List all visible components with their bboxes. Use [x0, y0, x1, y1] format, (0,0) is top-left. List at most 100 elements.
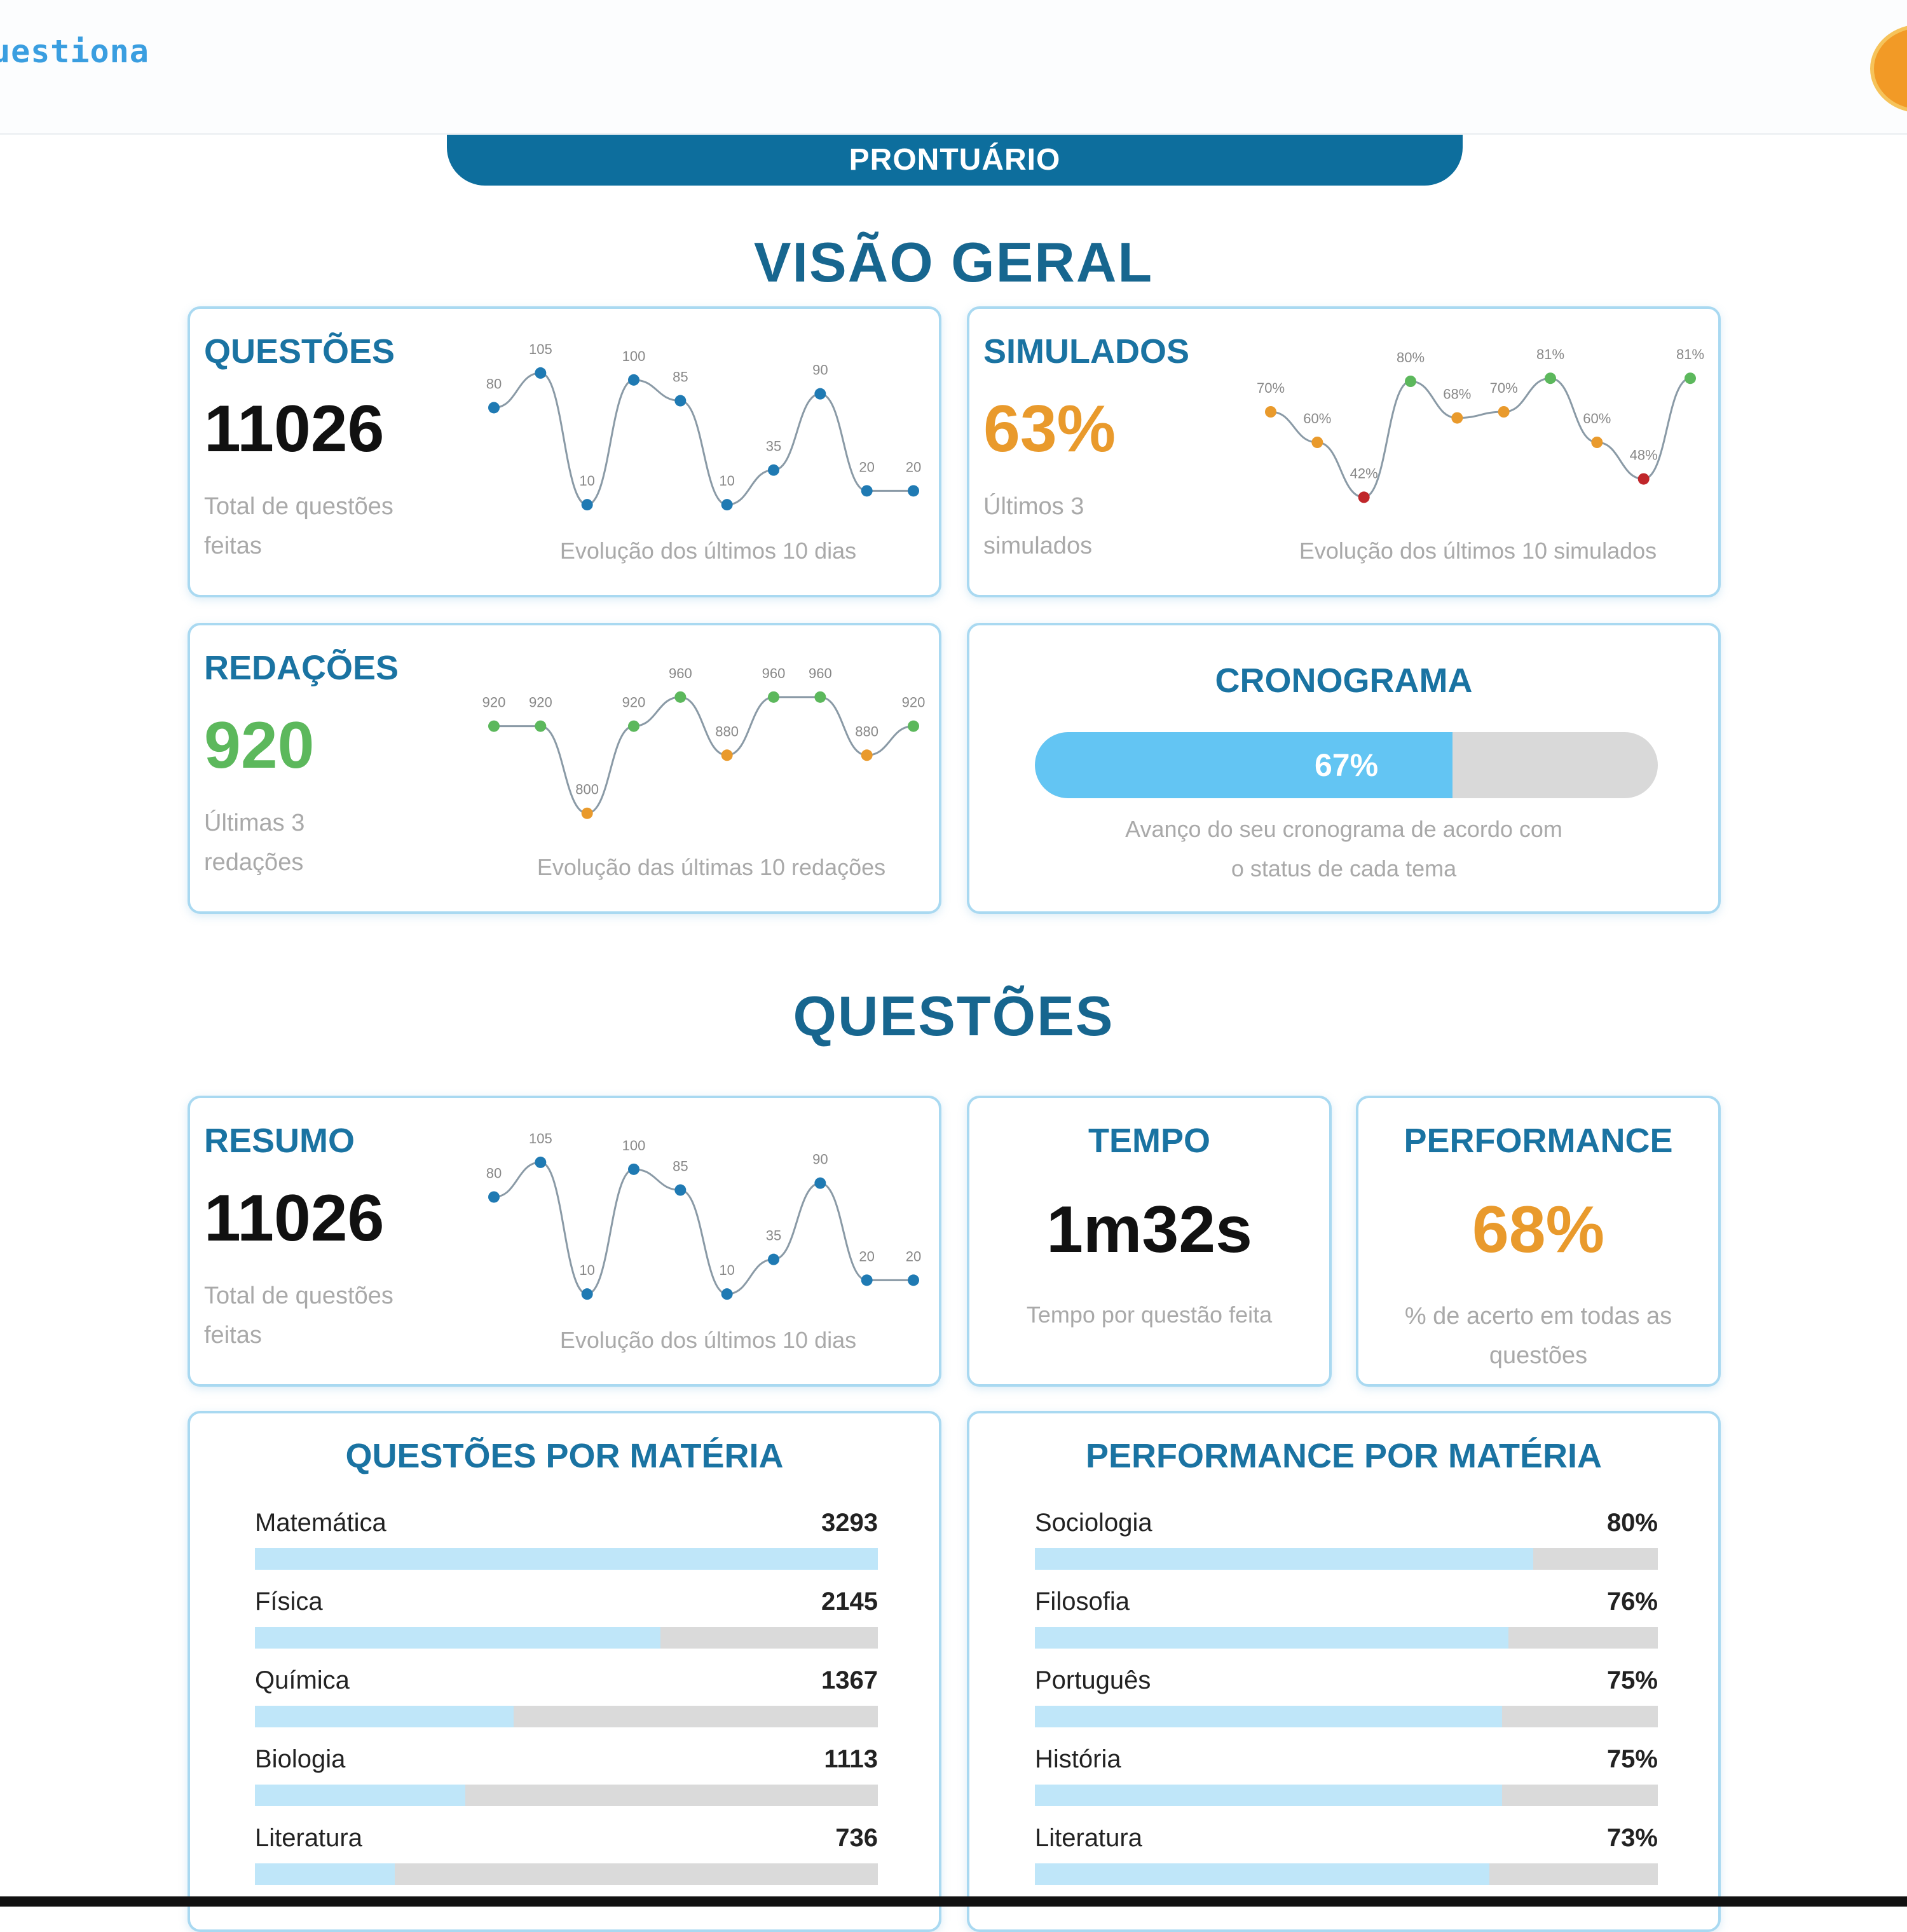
sparkline-point — [861, 485, 873, 497]
sparkline-point — [721, 499, 733, 511]
performance-por-materia-card[interactable]: PERFORMANCE POR MATÉRIA Sociologia 80% Fil… — [967, 1411, 1721, 1932]
performance-materia-label: Português — [1035, 1666, 1151, 1694]
materia-label: Biologia — [255, 1745, 346, 1773]
sparkline-point — [674, 1184, 687, 1196]
redacoes-value: 920 — [204, 709, 315, 782]
sparkline-point-label: 81% — [1536, 346, 1564, 362]
questoes-sparkline: 80 105 10 100 85 10 35 90 20 20 — [486, 341, 921, 511]
sparkline-point — [1451, 412, 1463, 424]
sparkline-point — [768, 1253, 779, 1265]
performance-materia-row: História 75% — [1035, 1745, 1658, 1809]
materia-value: 1113 — [824, 1745, 878, 1773]
materia-fill — [255, 1863, 395, 1885]
performance-materia-label: História — [1035, 1745, 1121, 1773]
sparkline-point — [814, 1177, 826, 1189]
sparkline-point — [908, 485, 919, 497]
sparkline-line — [494, 696, 914, 815]
redacoes-card-title: REDAÇÕES — [204, 649, 399, 687]
performance-materia-value: 80% — [1606, 1509, 1658, 1537]
performance-materia-value: 73% — [1606, 1824, 1658, 1852]
cronograma-progress-label: 67% — [1314, 747, 1379, 783]
sparkline-point-label: 920 — [482, 695, 506, 711]
questoes-por-materia-card[interactable]: QUESTÕES POR MATÉRIA Matemática 3293 Físic… — [188, 1411, 941, 1932]
performance-materia-fill — [1035, 1706, 1502, 1727]
user-avatar[interactable] — [1870, 24, 1907, 113]
sparkline-point-label: 20 — [859, 459, 874, 475]
performance-caption: % de acerto em todas as questões — [1404, 1303, 1672, 1369]
sparkline-point — [861, 1274, 873, 1286]
tempo-card[interactable]: TEMPO 1m32s Tempo por questão feita — [967, 1096, 1332, 1387]
sparkline-point — [674, 691, 687, 703]
sparkline-point — [488, 402, 500, 414]
sparkline-point-label: 880 — [715, 723, 739, 739]
sparkline-point-label: 920 — [622, 695, 646, 711]
cronograma-card[interactable]: CRONOGRAMA 67% Avanço do seu cronograma … — [967, 623, 1721, 914]
resumo-card[interactable]: RESUMO 11026 Total de questões feitas 80… — [188, 1096, 941, 1387]
sparkline-line — [1270, 377, 1691, 498]
questoes-total-subtitle: Total de questões feitas — [204, 493, 393, 559]
sparkline-point — [908, 1274, 919, 1286]
sparkline-line — [493, 372, 913, 506]
simulados-overview-card[interactable]: SIMULADOS 63% Últimos 3 simulados 70% 60%… — [967, 306, 1721, 597]
sparkline-point-label: 60% — [1303, 411, 1331, 426]
sparkline-point-label: 80 — [486, 376, 502, 391]
cronograma-title: CRONOGRAMA — [1215, 662, 1473, 700]
overview-title: VISÃO GERAL — [753, 231, 1154, 294]
materia-label: Literatura — [255, 1824, 362, 1852]
sparkline-point — [628, 374, 639, 386]
sparkline-point-label: 90 — [812, 1152, 828, 1167]
app-logo[interactable]: uestiona — [0, 33, 149, 70]
performance-card[interactable]: PERFORMANCE 68% % de acerto em todas as … — [1356, 1096, 1721, 1387]
sparkline-point — [535, 720, 547, 732]
performance-materia-label: Sociologia — [1035, 1509, 1152, 1537]
materia-track — [255, 1785, 878, 1806]
materia-fill — [255, 1785, 466, 1806]
sparkline-point-label: 920 — [902, 695, 926, 711]
sparkline-point — [1637, 473, 1650, 485]
performance-materia-row: Literatura 73% — [1035, 1824, 1658, 1888]
questoes-overview-card[interactable]: QUESTÕES 11026 Total de questões feitas … — [188, 306, 941, 597]
performance-materia-track — [1035, 1706, 1658, 1727]
questoes-total-value: 11026 — [204, 392, 385, 466]
sparkline-point-label: 20 — [906, 459, 921, 475]
questoes-card-title: QUESTÕES — [204, 332, 395, 371]
performance-materia-track — [1035, 1548, 1658, 1570]
materia-row: Física 2145 — [255, 1588, 878, 1651]
performance-materia-label: Literatura — [1035, 1824, 1142, 1852]
prontuario-banner[interactable]: PRONTUÁRIO — [447, 135, 1463, 186]
resumo-card-title: RESUMO — [204, 1122, 355, 1160]
materia-value: 3293 — [821, 1509, 878, 1537]
sparkline-point — [768, 691, 779, 703]
sparkline-point-label: 920 — [529, 695, 552, 711]
questoes-por-materia-list: Matemática 3293 Física 2145 Química 1367 Biolo… — [255, 1509, 878, 1915]
bottom-edge — [0, 1896, 1907, 1907]
sparkline-point — [581, 499, 593, 511]
sparkline-point — [768, 464, 779, 476]
sparkline-point-label: 35 — [766, 439, 781, 454]
sparkline-point — [535, 367, 547, 379]
simulados-sparkline: 70% 60% 42% 80% 68% 70% 81% 60% 48% 81% — [1257, 346, 1704, 503]
sparkline-point-label: 60% — [1583, 411, 1611, 426]
simulados-value: 63% — [983, 392, 1116, 466]
sparkline-point — [1545, 372, 1556, 384]
sparkline-point-label: 42% — [1350, 465, 1378, 481]
simulados-sparkline-caption: Evolução dos últimos 10 simulados — [1299, 538, 1657, 564]
sparkline-point-label: 10 — [579, 1262, 594, 1278]
simulados-card-title: SIMULADOS — [983, 332, 1189, 371]
materia-row: Biologia 1113 — [255, 1745, 878, 1809]
tempo-value: 1m32s — [1046, 1193, 1252, 1267]
sparkline-point-label: 80 — [486, 1165, 502, 1181]
sparkline-point — [628, 1163, 639, 1175]
sparkline-point — [1685, 372, 1696, 384]
performance-materia-label: Filosofia — [1035, 1588, 1130, 1616]
sparkline-point — [908, 720, 919, 732]
materia-track — [255, 1627, 878, 1649]
simulados-subtitle: Últimos 3 simulados — [983, 493, 1093, 559]
performance-materia-fill — [1035, 1627, 1508, 1649]
performance-materia-fill — [1035, 1548, 1533, 1570]
sparkline-point-label: 800 — [575, 782, 599, 798]
sparkline-point-label: 85 — [673, 369, 688, 385]
performance-materia-fill — [1035, 1863, 1490, 1885]
redacoes-overview-card[interactable]: REDAÇÕES 920 Últimas 3 redações 920 920 80… — [188, 623, 941, 914]
materia-fill — [255, 1627, 660, 1649]
